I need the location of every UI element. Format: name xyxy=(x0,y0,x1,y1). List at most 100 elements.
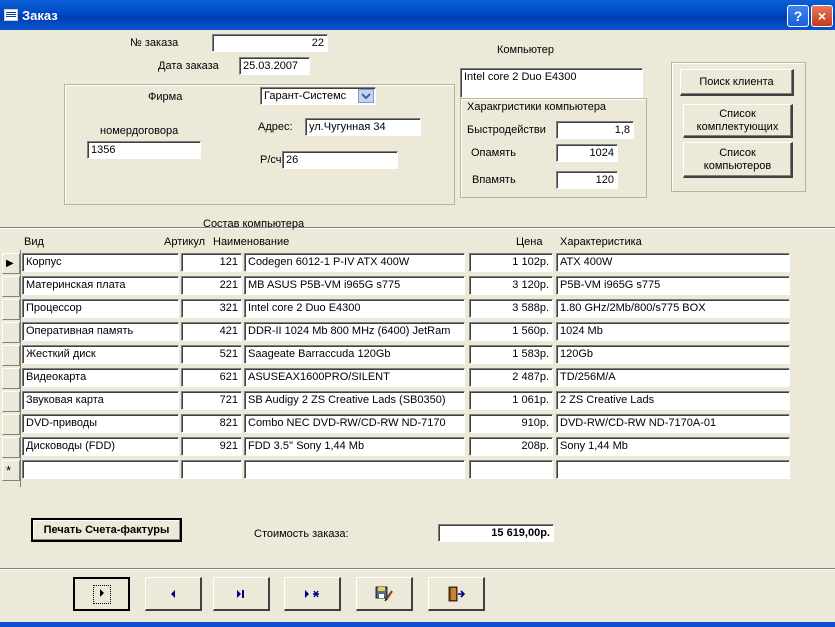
computers-list-button[interactable]: Список компьютеров xyxy=(683,142,793,178)
cell-name[interactable] xyxy=(244,460,465,479)
cell-spec[interactable]: P5B-VM i965G s775 xyxy=(556,276,790,295)
record-selector[interactable] xyxy=(2,299,20,320)
cell-price[interactable]: 3 120р. xyxy=(469,276,553,295)
cell-price[interactable]: 208р. xyxy=(469,437,553,456)
cell-name[interactable]: MB ASUS P5B-VM i965G s775 xyxy=(244,276,465,295)
order-date-field[interactable]: 25.03.2007 xyxy=(239,57,310,75)
find-client-button[interactable]: Поиск клиента xyxy=(680,69,794,96)
cell-article[interactable]: 321 xyxy=(181,299,242,318)
cell-type[interactable]: Корпус xyxy=(22,253,179,272)
cell-spec[interactable] xyxy=(556,460,790,479)
cell-article[interactable]: 621 xyxy=(181,368,242,387)
cell-price[interactable]: 1 560р. xyxy=(469,322,553,341)
cell-spec[interactable]: DVD-RW/CD-RW ND-7170A-01 xyxy=(556,414,790,433)
cell-price[interactable]: 1 102р. xyxy=(469,253,553,272)
firm-label: Фирма xyxy=(148,91,183,103)
cell-article[interactable]: 821 xyxy=(181,414,242,433)
cell-type[interactable]: Материнская плата xyxy=(22,276,179,295)
table-title: Состав компьютера xyxy=(203,218,305,230)
cell-type[interactable]: Оперативная память xyxy=(22,322,179,341)
exit-button[interactable] xyxy=(428,577,485,611)
cell-name[interactable]: Intel core 2 Duo E4300 xyxy=(244,299,465,318)
save-edit-button[interactable] xyxy=(356,577,413,611)
record-selector[interactable] xyxy=(2,345,20,366)
record-selector[interactable] xyxy=(2,368,20,389)
cell-type[interactable]: DVD-приводы xyxy=(22,414,179,433)
firm-combo[interactable]: Гарант-Системс xyxy=(260,87,376,105)
computer-field[interactable]: Intel core 2 Duo E4300 xyxy=(460,68,643,98)
cell-name[interactable]: FDD 3.5'' Sony 1,44 Mb xyxy=(244,437,465,456)
cell-name[interactable]: Saageate Barraccuda 120Gb xyxy=(244,345,465,364)
computer-label: Компьютер xyxy=(497,44,554,56)
chevron-down-icon[interactable] xyxy=(358,89,374,103)
cell-name[interactable]: SB Audigy 2 ZS Creative Lads (SB0350) xyxy=(244,391,465,410)
cell-price[interactable]: 1 061р. xyxy=(469,391,553,410)
last-record-icon xyxy=(237,589,244,598)
order-number-label: № заказа xyxy=(130,37,179,49)
record-selector[interactable] xyxy=(2,276,20,297)
close-button[interactable]: × xyxy=(811,5,833,27)
cell-spec[interactable]: ATX 400W xyxy=(556,253,790,272)
ram-field[interactable]: 1024 xyxy=(556,144,618,162)
cell-article[interactable]: 221 xyxy=(181,276,242,295)
cell-article[interactable]: 721 xyxy=(181,391,242,410)
total-field: 15 619,00р. xyxy=(438,524,554,542)
cell-price[interactable]: 910р. xyxy=(469,414,553,433)
cell-article[interactable]: 921 xyxy=(181,437,242,456)
cell-type[interactable]: Звуковая карта xyxy=(22,391,179,410)
cell-spec[interactable]: TD/256M/A xyxy=(556,368,790,387)
cell-type[interactable]: Жесткий диск xyxy=(22,345,179,364)
cell-article[interactable] xyxy=(181,460,242,479)
new-record-marker: * xyxy=(6,463,12,478)
help-button[interactable]: ? xyxy=(787,5,809,27)
cell-article[interactable]: 421 xyxy=(181,322,242,341)
cell-article[interactable]: 121 xyxy=(181,253,242,272)
cell-article[interactable]: 521 xyxy=(181,345,242,364)
cell-spec[interactable]: 120Gb xyxy=(556,345,790,364)
record-selector[interactable] xyxy=(2,414,20,435)
first-record-button[interactable] xyxy=(73,577,130,611)
last-record-button[interactable] xyxy=(213,577,270,611)
new-record-button[interactable] xyxy=(284,577,341,611)
exit-door-icon xyxy=(448,586,466,601)
contract-label: номердоговора xyxy=(100,125,179,137)
cell-price[interactable]: 2 487р. xyxy=(469,368,553,387)
record-selector[interactable]: ▶ xyxy=(2,253,20,274)
cell-name[interactable]: Codegen 6012-1 P-IV ATX 400W xyxy=(244,253,465,272)
cell-price[interactable]: 1 583р. xyxy=(469,345,553,364)
record-selector[interactable] xyxy=(2,391,20,412)
speed-field[interactable]: 1,8 xyxy=(556,121,634,139)
select-next-icon xyxy=(92,584,111,604)
cell-spec[interactable]: Sony 1,44 Mb xyxy=(556,437,790,456)
record-selector[interactable] xyxy=(2,437,20,458)
col-header-spec: Характеристика xyxy=(560,236,642,248)
record-selector[interactable]: * xyxy=(2,460,20,481)
cell-type[interactable]: Процессор xyxy=(22,299,179,318)
cell-price[interactable] xyxy=(469,460,553,479)
col-header-name: Наименование xyxy=(213,236,290,248)
save-edit-icon xyxy=(375,586,393,601)
cell-price[interactable]: 3 588р. xyxy=(469,299,553,318)
record-selector[interactable] xyxy=(2,322,20,343)
cell-type[interactable]: Видеокарта xyxy=(22,368,179,387)
account-field[interactable]: 26 xyxy=(282,151,398,169)
computer-specs-label: Харакгристики компьютера xyxy=(467,101,607,113)
cell-type[interactable]: Дисководы (FDD) xyxy=(22,437,179,456)
form-icon xyxy=(4,9,18,21)
print-invoice-button[interactable]: Печать Счета-фактуры xyxy=(31,518,182,542)
cell-name[interactable]: Combo NEC DVD-RW/CD-RW ND-7170 xyxy=(244,414,465,433)
address-field[interactable]: ул.Чугунная 34 xyxy=(305,118,421,136)
cell-name[interactable]: DDR-II 1024 Mb 800 MHz (6400) JetRam xyxy=(244,322,465,341)
cell-spec[interactable]: 2 ZS Creative Lads xyxy=(556,391,790,410)
cell-name[interactable]: ASUSEAX1600PRO/SILENT xyxy=(244,368,465,387)
components-list-button[interactable]: Список комплектующих xyxy=(683,104,793,138)
address-label: Адрес: xyxy=(258,121,293,133)
cell-type[interactable] xyxy=(22,460,179,479)
hdd-field[interactable]: 120 xyxy=(556,171,618,189)
cell-spec[interactable]: 1.80 GHz/2Mb/800/s775 BOX xyxy=(556,299,790,318)
prev-record-button[interactable] xyxy=(145,577,202,611)
total-label: Стоимость заказа: xyxy=(254,528,349,540)
contract-field[interactable]: 1356 xyxy=(87,141,201,159)
order-number-field[interactable]: 22 xyxy=(212,34,328,52)
cell-spec[interactable]: 1024 Mb xyxy=(556,322,790,341)
